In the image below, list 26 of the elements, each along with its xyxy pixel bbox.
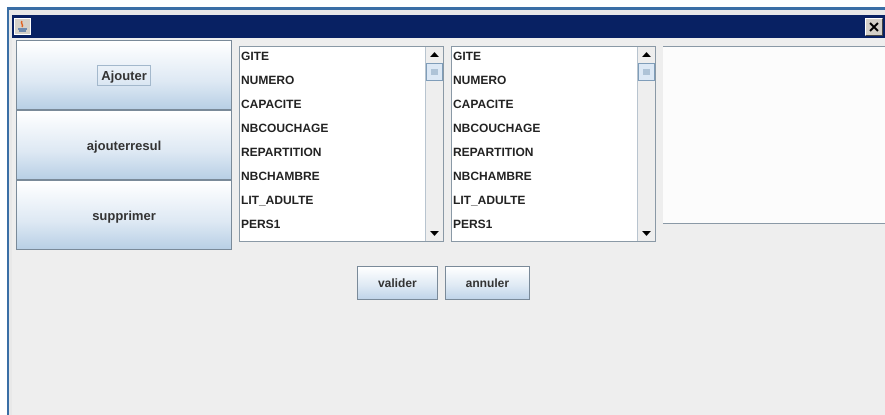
list-item[interactable]: NBCHAMBRE [452,169,637,193]
list-item[interactable]: NUMERO [452,73,637,97]
list-item[interactable]: LIT_ADULTE [240,193,425,217]
side-button[interactable]: supprimer [16,180,232,250]
list-item[interactable]: PERS1 [452,217,637,241]
list-item[interactable]: NBCOUCHAGE [240,121,425,145]
side-button[interactable]: Ajouter [16,40,232,110]
list-item[interactable]: NBCOUCHAGE [452,121,637,145]
list-item[interactable]: REPARTITION [452,145,637,169]
list-item[interactable]: NBCHAMBRE [240,169,425,193]
close-icon [869,22,879,32]
side-button[interactable]: ajouterresul [16,110,232,180]
action-button[interactable]: valider [356,266,438,300]
list-item[interactable]: LIT_ADULTE [452,193,637,217]
scroll-thumb[interactable] [638,63,655,81]
list-item[interactable]: GITE [240,49,425,73]
action-button[interactable]: annuler [444,266,530,300]
close-button[interactable] [865,18,883,36]
list-item[interactable]: PERS1 [240,217,425,241]
list-item[interactable]: CAPACITE [452,97,637,121]
list-item[interactable]: NUMERO [240,73,425,97]
list-item[interactable]: GITE [452,49,637,73]
scroll-thumb[interactable] [426,63,443,81]
list-item[interactable]: REPARTITION [240,145,425,169]
app-icon [14,18,31,35]
list-item[interactable]: CAPACITE [240,97,425,121]
